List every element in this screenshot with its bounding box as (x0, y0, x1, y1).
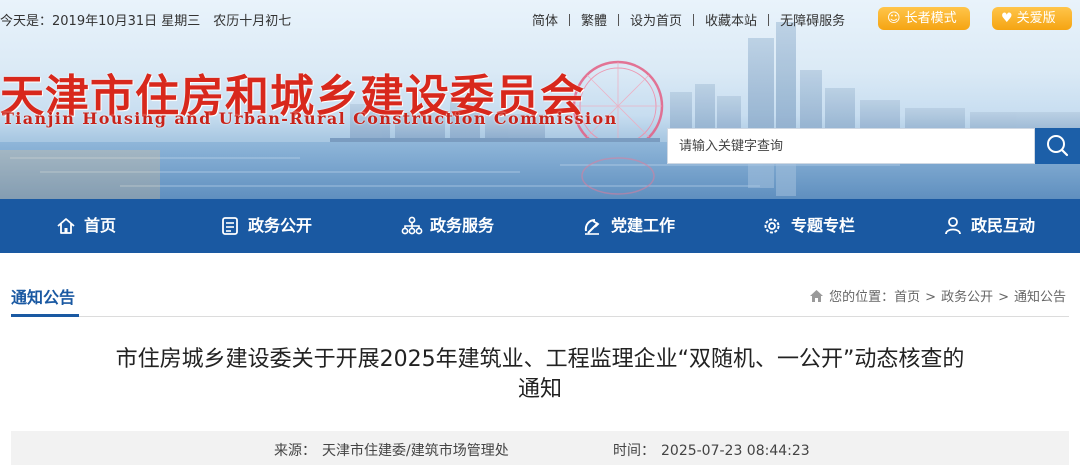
time-label: 时间： (613, 443, 655, 459)
top-utility-bar: 今天是：2019年10月31日 星期三 农历十月初七 简体 繁體 设为首页 收藏本站 无… (0, 0, 1080, 36)
simplified-chinese-link[interactable]: 简体 (532, 14, 558, 29)
search-icon (1047, 135, 1069, 157)
care-edition-button[interactable]: ♥ 关爱版 (992, 7, 1072, 30)
divider (768, 14, 770, 26)
elder-icon: ☺ (887, 11, 901, 26)
nav-label: 政务服务 (430, 216, 495, 235)
care-edition-label: 关爱版 (1016, 11, 1056, 26)
source-value: 天津市住建委/建筑市场管理处 (322, 443, 509, 459)
main-navigation: 首页 政务公开 政务服务 党建工作 专题专栏 政民互动 (0, 199, 1080, 253)
section-title-underline (11, 314, 79, 317)
nav-label: 政务公开 (248, 216, 313, 235)
home-icon (57, 218, 75, 234)
nav-item-public-interaction[interactable]: 政民互动 (900, 199, 1080, 253)
bookmark-link[interactable]: 收藏本站 (705, 14, 757, 29)
heart-hand-icon: ♥ (1001, 11, 1013, 26)
nav-label: 政民互动 (971, 216, 1036, 235)
traditional-chinese-link[interactable]: 繁體 (581, 14, 607, 29)
divider (11, 316, 1069, 317)
breadcrumb-notices[interactable]: 通知公告 (1014, 290, 1066, 305)
set-homepage-link[interactable]: 设为首页 (630, 14, 682, 29)
nav-label: 首页 (84, 216, 117, 235)
article-title: 市住房城乡建设委关于开展2025年建筑业、工程监理企业“双随机、一公开”动态核查… (115, 347, 965, 402)
breadcrumb-home[interactable]: 首页 (894, 290, 920, 305)
elder-mode-label: 长者模式 (904, 11, 957, 26)
nav-item-government-affairs[interactable]: 政务公开 (180, 199, 360, 253)
divider (569, 14, 571, 26)
breadcrumb: 您的位置：首页 > 政务公开 > 通知公告 (809, 286, 1066, 305)
breadcrumb-prefix: 您的位置： (829, 290, 895, 305)
time-value: 2025-07-23 08:44:23 (661, 443, 810, 459)
user-icon (945, 217, 961, 235)
breadcrumb-separator: > (925, 290, 937, 305)
section-title: 通知公告 (11, 288, 76, 307)
breadcrumb-government-affairs[interactable]: 政务公开 (941, 290, 993, 305)
current-date: 今天是：2019年10月31日 星期三 农历十月初七 (0, 14, 292, 29)
site-title-english: Tianjin Housing and Urban-Rural Construc… (2, 109, 618, 128)
header-banner: 今天是：2019年10月31日 星期三 农历十月初七 简体 繁體 设为首页 收藏本站 无… (0, 0, 1080, 199)
nav-label: 党建工作 (611, 216, 676, 235)
divider (618, 14, 620, 26)
search-input[interactable] (667, 128, 1035, 164)
search-button[interactable] (1035, 128, 1080, 164)
divider (693, 14, 695, 26)
nav-item-party-building[interactable]: 党建工作 (540, 199, 720, 253)
nav-label: 专题专栏 (791, 216, 856, 235)
section-header: 通知公告 您的位置：首页 > 政务公开 > 通知公告 (0, 270, 1080, 320)
article-time: 时间： 2025-07-23 08:44:23 (613, 440, 810, 460)
article-source: 来源： 天津市住建委/建筑市场管理处 (274, 440, 509, 460)
accessibility-link[interactable]: 无障碍服务 (780, 14, 845, 29)
party-emblem-icon (584, 219, 600, 235)
nav-item-government-services[interactable]: 政务服务 (360, 199, 540, 253)
network-icon (401, 216, 423, 235)
gear-icon (764, 218, 780, 234)
document-icon (222, 217, 238, 235)
nav-item-special-topics[interactable]: 专题专栏 (720, 199, 900, 253)
search-bar (667, 128, 1080, 164)
nav-item-home[interactable]: 首页 (0, 199, 180, 253)
article-meta: 来源： 天津市住建委/建筑市场管理处 时间： 2025-07-23 08:44:23 (11, 431, 1069, 465)
elder-mode-button[interactable]: ☺ 长者模式 (878, 7, 970, 30)
breadcrumb-separator: > (998, 290, 1009, 305)
home-icon (810, 290, 824, 302)
source-label: 来源： (274, 443, 316, 459)
utility-links: 简体 繁體 设为首页 收藏本站 无障碍服务 (532, 10, 845, 29)
